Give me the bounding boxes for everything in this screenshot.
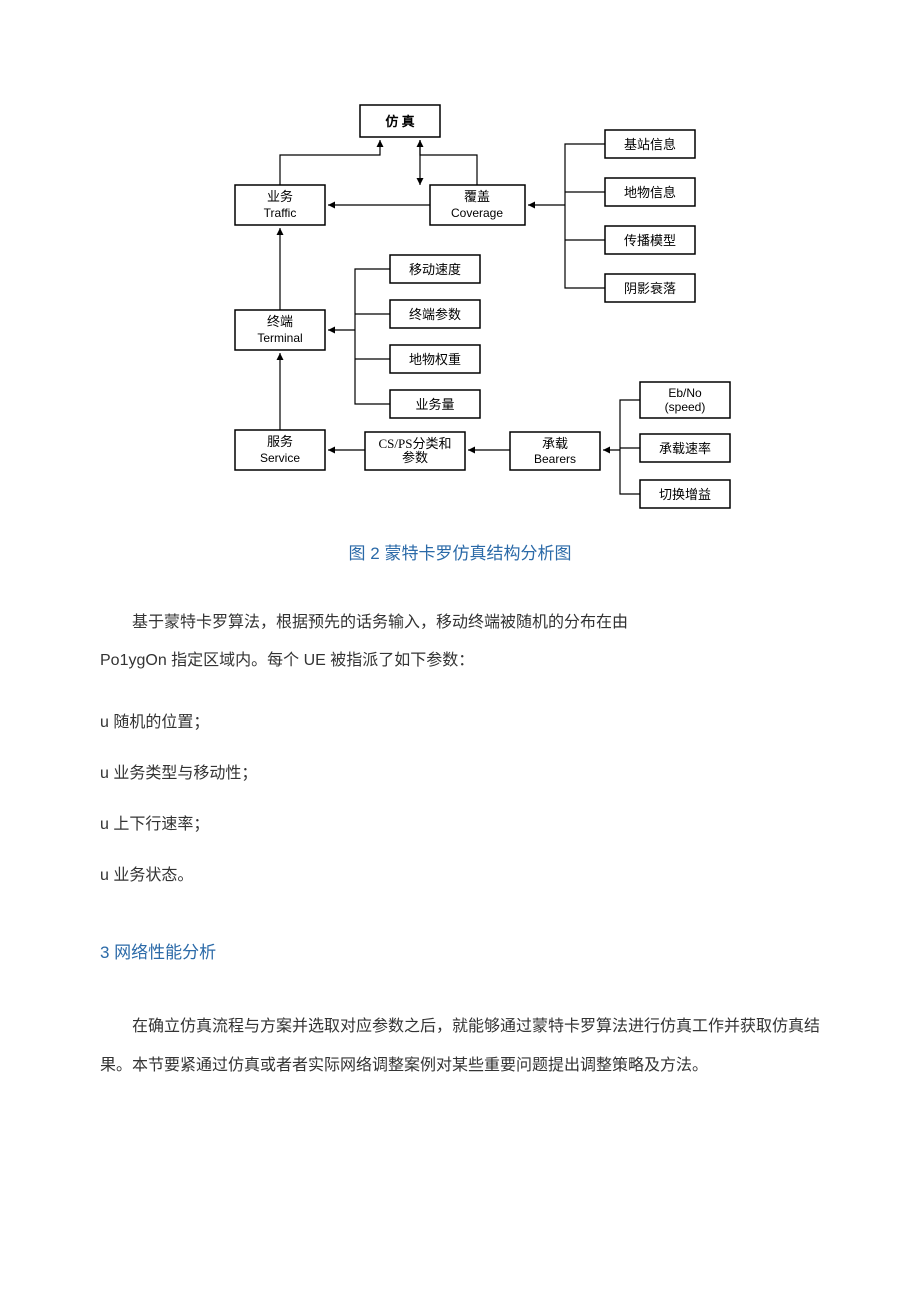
paragraph-2: 在确立仿真流程与方案并选取对应参数之后，就能够通过蒙特卡罗算法进行仿真工作并获取…: [100, 1008, 820, 1085]
node-csps2: 参数: [402, 450, 428, 465]
node-traffic-volume: 业务量: [415, 397, 454, 412]
node-coverage-en: Coverage: [451, 206, 503, 220]
diagram-container: .bx { fill:#fff; stroke:#000; stroke-wid…: [100, 100, 820, 530]
node-term-params: 终端参数: [409, 307, 461, 322]
para2-text: 在确立仿真流程与方案并选取对应参数之后，就能够通过蒙特卡罗算法进行仿真工作并获取…: [100, 1008, 820, 1085]
list-item-1: u 随机的位置；: [100, 709, 820, 736]
node-bearer-rate: 承载速率: [659, 441, 711, 456]
list-item-2: u 业务类型与移动性；: [100, 760, 820, 787]
node-clutter-info: 地物信息: [624, 185, 676, 200]
node-terminal: 终端: [267, 314, 293, 329]
node-csps: CS/PS分类和: [379, 436, 452, 451]
node-bs-info: 基站信息: [624, 137, 676, 152]
node-prop-model: 传播模型: [624, 233, 676, 248]
list-item-3: u 上下行速率；: [100, 811, 820, 838]
node-service-en: Service: [260, 451, 300, 465]
node-terminal-en: Terminal: [257, 331, 302, 345]
node-clutter-weight: 地物权重: [409, 352, 461, 367]
node-move-speed: 移动速度: [409, 262, 461, 277]
node-bearers: 承载: [542, 436, 568, 451]
node-coverage: 覆盖: [464, 189, 490, 204]
node-ho-gain: 切换增益: [659, 487, 711, 502]
para1-line1: 基于蒙特卡罗算法，根据预先的话务输入，移动终端被随机的分布在由: [100, 604, 820, 642]
list-item-4: u 业务状态。: [100, 862, 820, 889]
node-simulation: 仿 真: [385, 114, 414, 129]
node-traffic-en: Traffic: [264, 206, 297, 220]
figure-caption: 图 2 蒙特卡罗仿真结构分析图: [100, 540, 820, 569]
node-service: 服务: [267, 434, 293, 449]
node-shadow: 阴影衰落: [624, 281, 676, 296]
node-ebno2: (speed): [665, 400, 706, 414]
paragraph-1: 基于蒙特卡罗算法，根据预先的话务输入，移动终端被随机的分布在由 Po1ygOn …: [100, 604, 820, 681]
para1-line2: Po1ygOn 指定区域内。每个 UE 被指派了如下参数：: [100, 652, 474, 669]
node-traffic: 业务: [267, 189, 293, 204]
node-ebno: Eb/No: [668, 386, 702, 400]
node-bearers-en: Bearers: [534, 452, 576, 466]
section-3-heading: 3 网络性能分析: [100, 939, 820, 968]
monte-carlo-diagram: .bx { fill:#fff; stroke:#000; stroke-wid…: [180, 100, 740, 530]
